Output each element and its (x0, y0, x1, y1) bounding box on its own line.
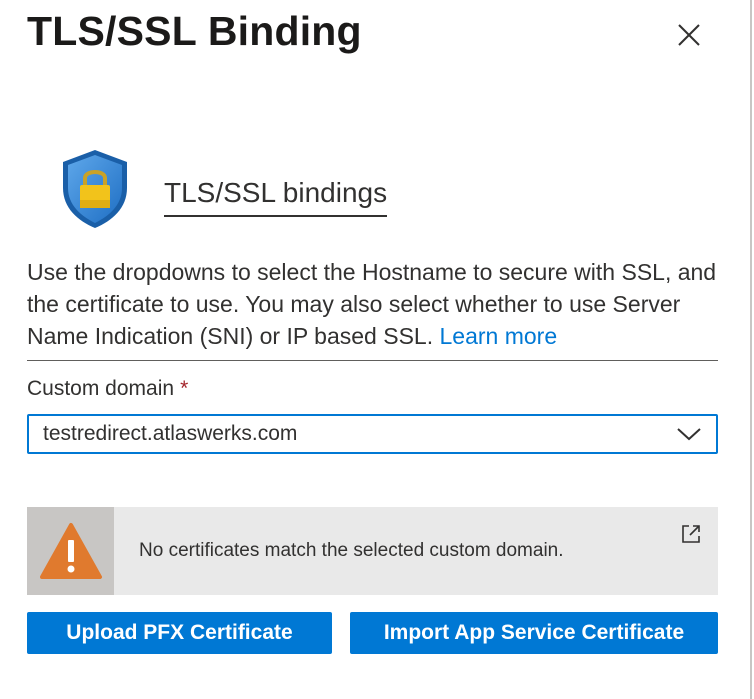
close-button[interactable] (672, 18, 706, 52)
chevron-down-icon (677, 428, 701, 441)
close-icon (678, 24, 700, 46)
panel-edge (750, 0, 752, 699)
divider (27, 360, 718, 361)
no-certificates-alert: No certificates match the selected custo… (27, 507, 718, 595)
custom-domain-label: Custom domain * (27, 377, 188, 401)
external-link-icon[interactable] (680, 523, 702, 545)
description-text: Use the dropdowns to select the Hostname… (27, 256, 727, 352)
description-body: Use the dropdowns to select the Hostname… (27, 259, 717, 349)
warning-icon (39, 523, 102, 579)
tls-ssl-binding-panel: TLS/SSL Binding TLS/SSL bindings Use the… (0, 0, 754, 699)
import-app-service-certificate-button[interactable]: Import App Service Certificate (350, 612, 718, 654)
custom-domain-value: testredirect.atlaswerks.com (43, 422, 298, 445)
alert-message: No certificates match the selected custo… (139, 540, 564, 561)
required-marker: * (180, 377, 189, 400)
upload-pfx-certificate-button[interactable]: Upload PFX Certificate (27, 612, 332, 654)
alert-icon-box (27, 507, 114, 595)
custom-domain-label-text: Custom domain (27, 377, 175, 400)
shield-lock-icon (63, 150, 127, 228)
learn-more-link[interactable]: Learn more (440, 323, 558, 349)
panel-title: TLS/SSL Binding (27, 8, 362, 54)
section-heading: TLS/SSL bindings (164, 177, 388, 217)
custom-domain-select[interactable]: testredirect.atlaswerks.com (27, 414, 718, 454)
